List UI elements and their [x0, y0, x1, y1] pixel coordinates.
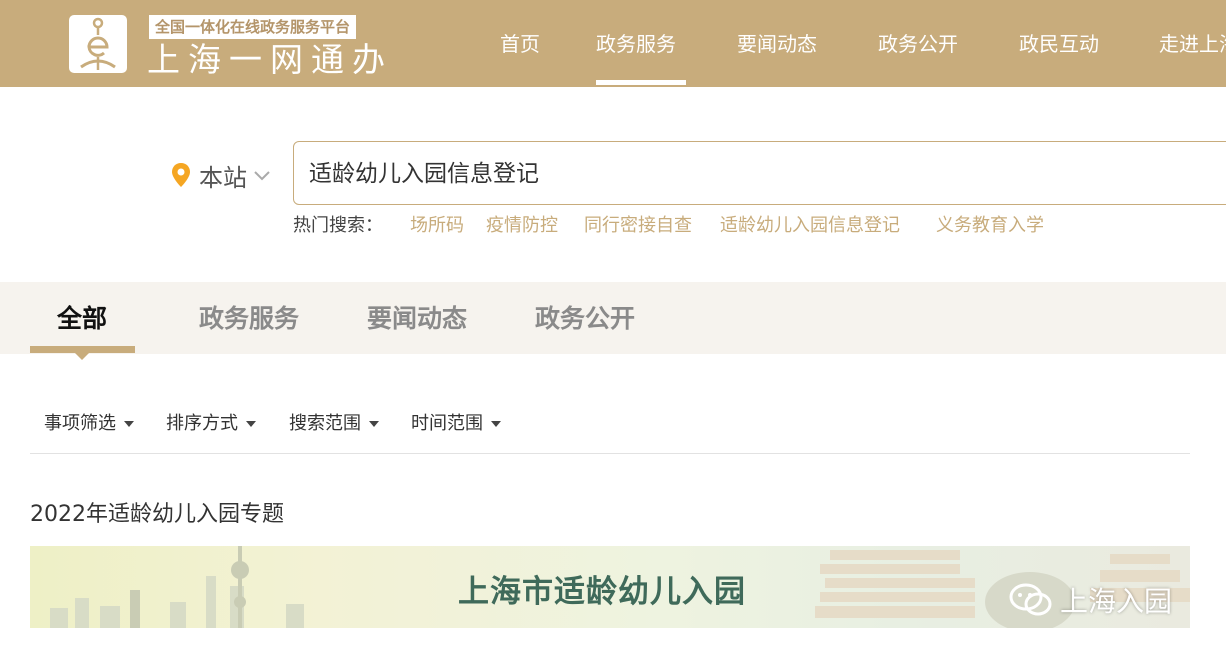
hot-searches-label: 热门搜索：: [293, 215, 383, 236]
caret-down-icon: [491, 421, 501, 427]
topic-title: 2022年适龄幼儿入园专题: [30, 502, 284, 527]
site-header: 全国一体化在线政务服务平台 上海一网通办 首页 政务服务 要闻动态 政务公开 政…: [0, 0, 1226, 87]
hot-search-item[interactable]: 义务教育入学: [936, 214, 1044, 238]
tab-all[interactable]: 全部: [57, 302, 107, 336]
tab-active-indicator: [30, 346, 135, 353]
banner-title: 上海市适龄幼儿入园: [458, 574, 746, 610]
tab-news[interactable]: 要闻动态: [367, 302, 467, 336]
filter-label: 排序方式: [166, 413, 238, 434]
site-brand[interactable]: 上海一网通办: [147, 40, 393, 80]
search-scope-selector[interactable]: 本站: [171, 158, 271, 192]
nav-about-shanghai[interactable]: 走进上海: [1159, 30, 1226, 58]
caret-down-icon: [246, 421, 256, 427]
filter-label: 搜索范围: [289, 413, 361, 434]
filter-item-type[interactable]: 事项筛选: [44, 412, 134, 436]
platform-tagline: 全国一体化在线政务服务平台: [149, 15, 357, 39]
filter-time-range[interactable]: 时间范围: [411, 412, 501, 436]
logo-icon: [80, 17, 116, 70]
hot-search-item[interactable]: 场所码: [410, 214, 464, 238]
filter-label: 事项筛选: [44, 413, 116, 434]
wechat-watermark: 上海入园: [1008, 580, 1172, 620]
hot-search-item[interactable]: 疫情防控: [486, 214, 558, 238]
search-scope-label: 本站: [199, 163, 247, 192]
tab-active-caret: [75, 353, 89, 360]
filter-search-scope[interactable]: 搜索范围: [289, 412, 379, 436]
tab-public-info[interactable]: 政务公开: [535, 302, 635, 336]
caret-down-icon: [124, 421, 134, 427]
chevron-down-icon: [254, 171, 270, 181]
hot-search-item[interactable]: 同行密接自查: [584, 214, 692, 238]
nav-news[interactable]: 要闻动态: [737, 30, 817, 58]
watermark-text: 上海入园: [1060, 585, 1173, 618]
tab-government-services[interactable]: 政务服务: [199, 302, 299, 336]
hot-search-item[interactable]: 适龄幼儿入园信息登记: [720, 214, 900, 238]
site-logo[interactable]: [69, 15, 127, 73]
wechat-icon: [1009, 583, 1052, 616]
nav-public-info[interactable]: 政务公开: [878, 30, 958, 58]
filter-label: 时间范围: [411, 413, 483, 434]
topic-banner[interactable]: 上海市适龄幼儿入园 上海入园: [30, 546, 1190, 628]
search-input[interactable]: 适龄幼儿入园信息登记: [293, 141, 1226, 205]
hot-searches: 热门搜索： 场所码 疫情防控 同行密接自查 适龄幼儿入园信息登记 义务教育入学: [293, 214, 1044, 238]
nav-active-indicator: [596, 80, 686, 85]
caret-down-icon: [369, 421, 379, 427]
filter-sort-order[interactable]: 排序方式: [166, 412, 256, 436]
nav-home[interactable]: 首页: [500, 30, 540, 58]
filter-divider: [30, 453, 1190, 454]
location-pin-icon: [172, 163, 190, 187]
nav-interaction[interactable]: 政民互动: [1019, 30, 1099, 58]
nav-government-services[interactable]: 政务服务: [596, 30, 676, 58]
